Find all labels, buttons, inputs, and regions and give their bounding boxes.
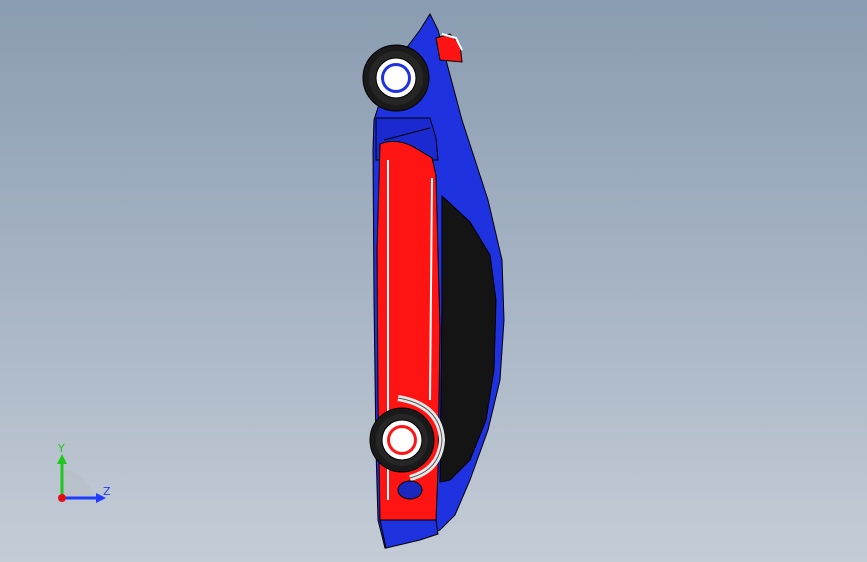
- y-axis-arrow: [57, 454, 67, 464]
- front-fog-light: [397, 480, 423, 500]
- y-axis-label: Y: [57, 442, 65, 455]
- rear-spoiler: [435, 33, 463, 63]
- triad-base-wedge: [62, 470, 94, 498]
- x-axis-dot: [58, 494, 66, 502]
- z-axis-label: Z: [103, 485, 111, 498]
- axis-triad: Y Z: [57, 442, 111, 503]
- graphics-viewport[interactable]: Y Z: [0, 0, 867, 562]
- front-nose: [379, 519, 439, 549]
- rear-wheel: [362, 44, 430, 112]
- front-wheel: [369, 407, 435, 473]
- car-model[interactable]: [0, 0, 867, 562]
